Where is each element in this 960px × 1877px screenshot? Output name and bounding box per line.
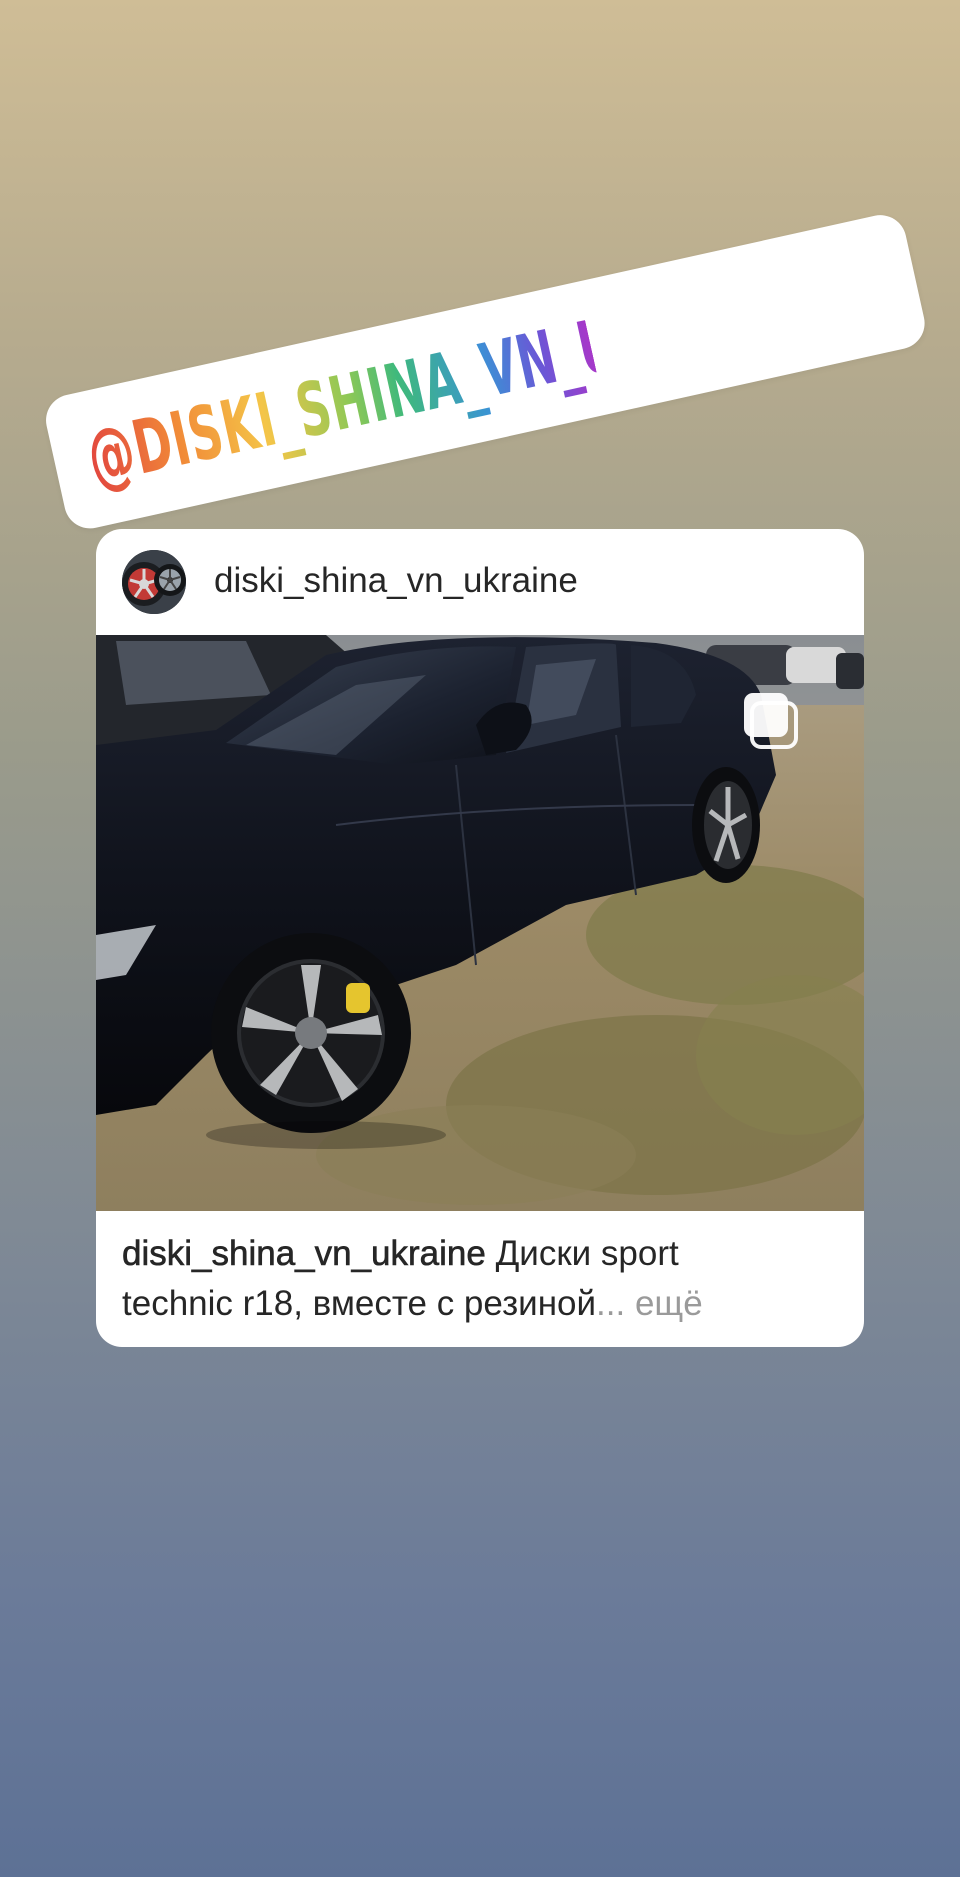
caption-text-line1: Диски sport <box>485 1234 679 1273</box>
caption-more-link[interactable]: ... ещё <box>596 1284 703 1323</box>
carousel-icon <box>742 691 802 751</box>
mention-text[interactable]: @DISKI_SHINA_VN_UKRAINE <box>78 258 818 511</box>
mention-sticker[interactable]: @DISKI_SHINA_VN_UKRAINE <box>41 210 930 534</box>
caption-username[interactable]: diski_shina_vn_ukraine <box>122 1234 486 1274</box>
post-header[interactable]: diski_shina_vn_ukraine <box>96 529 864 635</box>
car-photo[interactable] <box>96 635 864 1211</box>
shared-post-card[interactable]: diski_shina_vn_ukraine diski_shina_vn_uk… <box>96 529 864 1347</box>
post-username[interactable]: diski_shina_vn_ukraine <box>214 561 578 601</box>
post-caption[interactable]: diski_shina_vn_ukraine Диски sport techni… <box>122 1229 842 1329</box>
wheel-rim-avatar-icon[interactable] <box>122 550 186 614</box>
caption-text-line2: technic r18, вместе с резиной <box>122 1284 597 1323</box>
